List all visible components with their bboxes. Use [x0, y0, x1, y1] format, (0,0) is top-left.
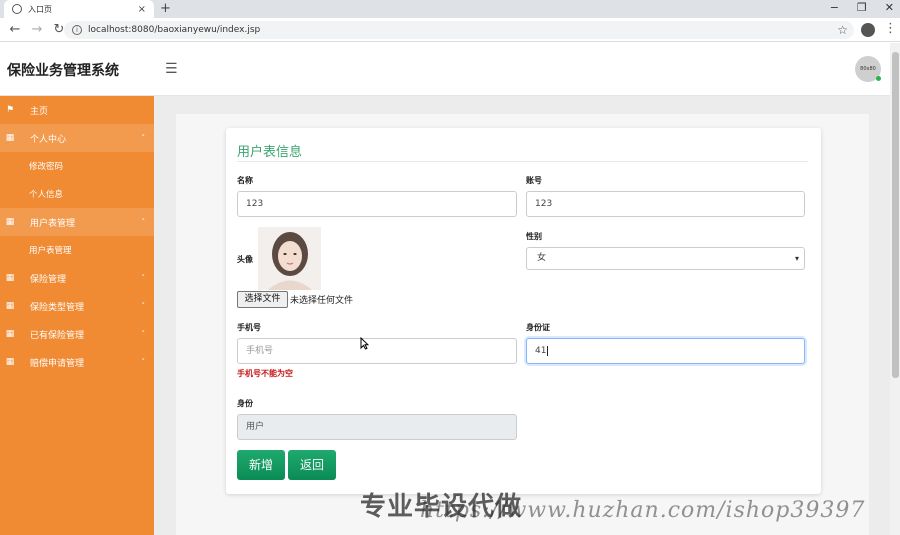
- avatar[interactable]: 80x80: [855, 56, 881, 82]
- flag-icon: ⚑: [5, 105, 15, 115]
- chevron-down-icon: ˅: [141, 358, 146, 366]
- browser-menu-icon[interactable]: ⋮: [884, 21, 897, 36]
- sidebar-subitem-label: 用户表管理: [29, 246, 72, 256]
- gender-select[interactable]: 女 ▾: [526, 247, 805, 270]
- grid-icon: ▦: [5, 273, 15, 283]
- avatar-text: 80x80: [860, 66, 876, 72]
- name-label: 名称: [237, 176, 253, 185]
- grid-icon: ▦: [5, 301, 15, 311]
- grid-icon: ▦: [5, 133, 15, 143]
- grid-icon: ▦: [5, 217, 15, 227]
- sidebar-item-label: 主页: [30, 106, 49, 117]
- sidebar-item-insurance-management[interactable]: ▦ 保险管理 ˅: [0, 264, 154, 292]
- sidebar-item-label: 保险类型管理: [30, 302, 85, 313]
- browser-tab-bar: 入口页 × + − ❐ ✕: [0, 0, 900, 18]
- account-input[interactable]: 123: [526, 191, 805, 217]
- phone-input[interactable]: 手机号: [237, 338, 517, 364]
- account-label: 账号: [526, 176, 542, 185]
- name-input[interactable]: 123: [237, 191, 517, 217]
- sidebar-item-label: 用户表管理: [30, 218, 76, 229]
- grid-icon: ▦: [5, 357, 15, 367]
- gender-selected-value: 女: [537, 253, 547, 263]
- browser-tab[interactable]: 入口页 ×: [4, 0, 154, 18]
- globe-icon: [12, 4, 22, 14]
- sidebar-item-label: 个人中心: [30, 134, 67, 145]
- back-icon[interactable]: ←: [8, 22, 22, 37]
- form-title: 用户表信息: [237, 145, 303, 160]
- mouse-cursor-icon: [360, 337, 369, 350]
- back-button[interactable]: 返回: [288, 450, 336, 480]
- id-card-label: 身份证: [526, 323, 550, 332]
- close-window-button[interactable]: ✕: [885, 0, 894, 16]
- phone-label: 手机号: [237, 323, 261, 332]
- sidebar-subitem-change-password[interactable]: 修改密码: [0, 152, 154, 180]
- chevron-up-icon: ˄: [141, 134, 146, 142]
- window-controls: − ❐ ✕: [830, 0, 894, 16]
- chevron-down-icon: ▾: [794, 254, 799, 263]
- sidebar-subitem-label: 个人信息: [29, 190, 64, 200]
- url-text: localhost:8080/baoxianyewu/index.jsp: [88, 25, 261, 35]
- sidebar-subitem-label: 修改密码: [29, 162, 64, 172]
- url-bar[interactable]: i localhost:8080/baoxianyewu/index.jsp ☆: [64, 21, 854, 39]
- app-brand: 保险业务管理系统: [7, 63, 119, 79]
- restore-button[interactable]: ❐: [857, 0, 867, 16]
- chevron-down-icon: ˅: [141, 274, 146, 282]
- sidebar-item-label: 赔偿申请管理: [30, 358, 85, 369]
- avatar-label: 头像: [237, 255, 253, 264]
- minimize-button[interactable]: −: [830, 0, 839, 16]
- id-card-value: 41: [535, 346, 547, 356]
- file-status-text: 未选择任何文件: [290, 296, 354, 306]
- chevron-down-icon: ˅: [141, 302, 146, 310]
- sidebar-subitem-personal-info[interactable]: 个人信息: [0, 180, 154, 208]
- tab-close-icon[interactable]: ×: [138, 4, 146, 15]
- chevron-down-icon: ˅: [141, 330, 146, 338]
- sidebar-item-claim-management[interactable]: ▦ 赔偿申请管理 ˅: [0, 348, 154, 376]
- phone-error-message: 手机号不能为空: [237, 369, 293, 378]
- online-status-dot: [876, 76, 881, 81]
- bookmark-star-icon[interactable]: ☆: [837, 21, 848, 39]
- title-divider: [237, 161, 808, 162]
- avatar-photo: [258, 227, 321, 290]
- chevron-up-icon: ˄: [141, 218, 146, 226]
- add-button[interactable]: 新增: [237, 450, 285, 480]
- tab-title: 入口页: [28, 4, 52, 14]
- portrait-image: [258, 227, 321, 290]
- forward-icon[interactable]: →: [30, 22, 44, 37]
- watermark-text: 专业毕设代做: [360, 492, 523, 522]
- text-caret: [547, 346, 549, 356]
- app-header: 保险业务管理系统 ☰ 80x80: [0, 43, 890, 96]
- profile-icon[interactable]: [861, 23, 875, 37]
- sidebar-subitem-user-table-management[interactable]: 用户表管理: [0, 236, 154, 264]
- info-icon[interactable]: i: [72, 25, 82, 35]
- address-bar-row: ← → ↻ i localhost:8080/baoxianyewu/index…: [0, 18, 900, 42]
- choose-file-button[interactable]: 选择文件: [237, 291, 288, 308]
- sidebar-item-label: 保险管理: [30, 274, 67, 285]
- hamburger-menu-icon[interactable]: ☰: [165, 61, 178, 77]
- id-card-input[interactable]: 41: [526, 338, 805, 364]
- sidebar-item-label: 已有保险管理: [30, 330, 85, 341]
- sidebar-item-insurance-type-management[interactable]: ▦ 保险类型管理 ˅: [0, 292, 154, 320]
- sidebar-item-user-table-management[interactable]: ▦ 用户表管理 ˄: [0, 208, 154, 236]
- role-label: 身份: [237, 399, 253, 408]
- new-tab-button[interactable]: +: [160, 1, 171, 17]
- page-scrollbar-thumb[interactable]: [892, 52, 899, 378]
- role-input: 用户: [237, 414, 517, 440]
- sidebar-item-personal-center[interactable]: ▦ 个人中心 ˄: [0, 124, 154, 152]
- sidebar-item-home[interactable]: ⚑ 主页: [0, 96, 154, 124]
- grid-icon: ▦: [5, 329, 15, 339]
- gender-label: 性别: [526, 232, 542, 241]
- sidebar-item-existing-insurance-management[interactable]: ▦ 已有保险管理 ˅: [0, 320, 154, 348]
